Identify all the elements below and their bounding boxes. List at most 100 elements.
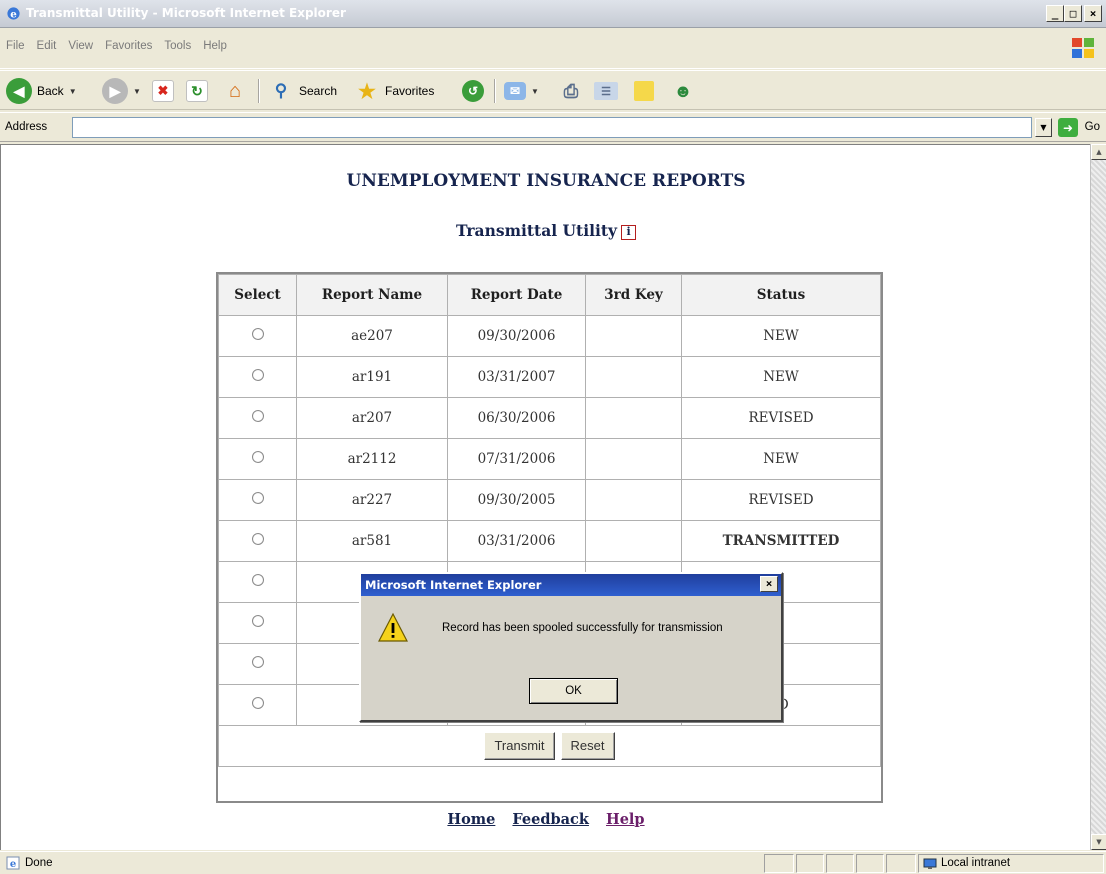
svg-text:e: e <box>10 8 17 20</box>
history-icon: ↺ <box>462 80 484 102</box>
select-radio[interactable] <box>251 328 264 340</box>
menu-favorites[interactable]: Favorites <box>105 40 152 52</box>
report-date: 07/31/2006 <box>447 438 586 480</box>
menu-tools[interactable]: Tools <box>164 40 191 52</box>
address-input[interactable] <box>72 117 1032 138</box>
favorites-button[interactable]: ★ Favorites <box>354 77 434 105</box>
col-select: Select <box>218 274 297 316</box>
messenger-button[interactable]: ☻ <box>670 77 696 105</box>
feedback-link[interactable]: Feedback <box>512 811 589 828</box>
select-radio[interactable] <box>251 369 264 381</box>
menu-bar: File Edit View Favorites Tools Help <box>0 29 1106 69</box>
security-zone: Local intranet <box>918 854 1104 873</box>
search-button[interactable]: ⚲ Search <box>268 77 337 105</box>
home-icon: ⌂ <box>228 79 242 102</box>
mail-button[interactable]: ✉ ▼ <box>504 77 539 105</box>
svg-text:e: e <box>10 859 16 870</box>
select-radio[interactable] <box>251 492 264 504</box>
third-key <box>585 520 682 562</box>
history-button[interactable]: ↺ <box>462 77 484 105</box>
stop-button[interactable]: ✖ <box>152 77 174 105</box>
report-status: NEW <box>681 438 881 480</box>
report-name: ar207 <box>296 397 448 439</box>
vertical-scrollbar[interactable]: ▲ ▼ <box>1090 144 1106 850</box>
print-button[interactable]: ⎙ <box>558 77 584 105</box>
toolbar-separator <box>494 79 496 103</box>
forward-button[interactable]: ▶ ▼ <box>102 77 141 105</box>
messenger-icon: ☻ <box>673 80 693 101</box>
subtitle-text: Transmittal Utility <box>455 221 618 240</box>
status-text: Done <box>25 857 53 869</box>
print-icon: ⎙ <box>563 80 579 101</box>
report-status: REVISED <box>681 397 881 439</box>
page-done-icon: e <box>6 856 20 870</box>
alert-dialog: Microsoft Internet Explorer × Record has… <box>359 572 783 722</box>
table-row: ar191 03/31/2007 NEW <box>218 356 881 398</box>
title-bar[interactable]: e Transmittal Utility - Microsoft Intern… <box>0 0 1106 28</box>
third-key <box>585 356 682 398</box>
ie-window: e Transmittal Utility - Microsoft Intern… <box>0 0 1106 874</box>
third-key <box>585 479 682 521</box>
refresh-icon: ↻ <box>186 80 208 102</box>
report-status: REVISED <box>681 479 881 521</box>
home-link[interactable]: Home <box>447 811 495 828</box>
select-radio[interactable] <box>251 615 264 627</box>
select-radio[interactable] <box>251 451 264 463</box>
refresh-button[interactable]: ↻ <box>186 77 208 105</box>
table-row: ae207 09/30/2006 NEW <box>218 315 881 357</box>
forward-dropdown-icon[interactable]: ▼ <box>133 87 141 96</box>
close-window-button[interactable]: × <box>1084 5 1102 22</box>
minimize-button[interactable]: _ <box>1046 5 1064 22</box>
maximize-button[interactable]: □ <box>1064 5 1082 22</box>
select-radio[interactable] <box>251 656 264 668</box>
favorites-label: Favorites <box>385 84 435 98</box>
forward-arrow-icon: ▶ <box>102 78 128 104</box>
report-date: 03/31/2007 <box>447 356 586 398</box>
report-date: 09/30/2006 <box>447 315 586 357</box>
back-dropdown-icon[interactable]: ▼ <box>69 87 77 96</box>
select-radio[interactable] <box>251 533 264 545</box>
home-button[interactable]: ⌂ <box>222 77 248 105</box>
dialog-title-bar[interactable]: Microsoft Internet Explorer × <box>361 574 781 596</box>
transmit-button[interactable]: Transmit <box>484 732 555 760</box>
dialog-close-button[interactable]: × <box>760 576 778 592</box>
menu-file[interactable]: File <box>6 40 25 52</box>
ok-button[interactable]: OK <box>529 678 618 704</box>
col-report-date: Report Date <box>447 274 586 316</box>
scroll-down-icon[interactable]: ▼ <box>1091 834 1106 850</box>
discuss-button[interactable] <box>634 77 654 105</box>
third-key <box>585 438 682 480</box>
address-dropdown-icon[interactable]: ▼ <box>1035 118 1052 137</box>
status-panel <box>764 854 794 873</box>
table-row: ar207 06/30/2006 REVISED <box>218 397 881 439</box>
search-label: Search <box>299 84 338 98</box>
reset-button[interactable]: Reset <box>560 732 615 760</box>
menu-edit[interactable]: Edit <box>37 40 57 52</box>
select-radio[interactable] <box>251 574 264 586</box>
select-radio[interactable] <box>251 697 264 709</box>
go-button[interactable]: Go <box>1085 121 1100 133</box>
menu-view[interactable]: View <box>68 40 93 52</box>
page-title: UNEMPLOYMENT INSURANCE REPORTS <box>346 171 746 191</box>
status-panel <box>826 854 854 873</box>
third-key <box>585 397 682 439</box>
table-row: ar2112 07/31/2006 NEW <box>218 438 881 480</box>
mail-dropdown-icon[interactable]: ▼ <box>531 87 539 96</box>
search-icon: ⚲ <box>274 81 288 100</box>
footer-links: Home Feedback Help <box>1 811 1090 828</box>
edit-button[interactable]: ☰ <box>594 77 618 105</box>
toolbar-separator <box>258 79 260 103</box>
report-status: NEW <box>681 356 881 398</box>
scroll-up-icon[interactable]: ▲ <box>1091 144 1106 160</box>
window-title: Transmittal Utility - Microsoft Internet… <box>26 6 346 20</box>
go-arrow-icon[interactable]: ➜ <box>1058 118 1078 137</box>
report-name: ar191 <box>296 356 448 398</box>
report-name: ar2112 <box>296 438 448 480</box>
note-icon <box>634 81 654 101</box>
back-arrow-icon: ◀ <box>6 78 32 104</box>
help-link[interactable]: Help <box>606 811 645 828</box>
menu-help[interactable]: Help <box>203 40 227 52</box>
back-button[interactable]: ◀ Back ▼ <box>6 77 77 105</box>
info-icon[interactable]: i <box>621 225 637 240</box>
select-radio[interactable] <box>251 410 264 422</box>
